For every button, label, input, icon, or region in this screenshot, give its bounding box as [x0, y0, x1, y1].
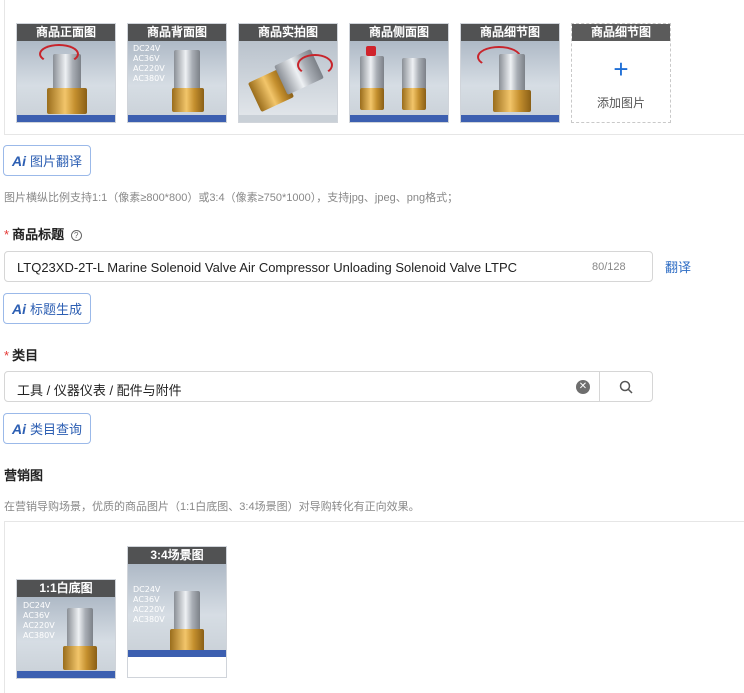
title-generate-button[interactable]: Ai 标题生成 — [3, 293, 92, 324]
product-image-front[interactable]: 商品正面图 — [16, 23, 116, 123]
thumb-caption: 1:1白底图 — [17, 580, 115, 597]
ai-icon: Ai — [12, 420, 26, 437]
title-input[interactable]: LTQ23XD-2T-L Marine Solenoid Valve Air C… — [4, 251, 653, 282]
spec-text: DC24V AC36V AC220V AC380V — [133, 44, 165, 84]
image-brand-strip — [350, 115, 448, 122]
ai-icon: Ai — [12, 300, 26, 317]
product-image-side[interactable]: 商品侧面图 — [349, 23, 449, 123]
valve-body — [360, 88, 384, 110]
valve-body — [493, 90, 531, 112]
thumb-caption: 商品正面图 — [17, 24, 115, 41]
label-text: 类目 — [12, 348, 39, 363]
thumb-caption: 3:4场景图 — [128, 547, 226, 564]
spec-text: DC24V AC36V AC220V AC380V — [23, 601, 55, 641]
marketing-image-portrait[interactable]: DC24V AC36V AC220V AC380V 3:4场景图 — [127, 546, 227, 678]
valve-wire — [39, 44, 79, 64]
thumb-caption: 商品侧面图 — [350, 24, 448, 41]
valve-body — [63, 646, 97, 670]
valve-coil — [499, 54, 525, 92]
spec-line: DC24V — [133, 585, 161, 594]
image-brand-strip — [461, 115, 559, 122]
product-image-detail[interactable]: 商品细节图 — [460, 23, 560, 123]
required-mark: * — [4, 227, 10, 242]
spec-line: AC36V — [133, 54, 160, 63]
add-image-label: 添加图片 — [596, 96, 645, 110]
category-input[interactable]: 工具 / 仪器仪表 / 配件与附件 ✕ — [4, 371, 601, 402]
image-brand-strip — [17, 671, 115, 678]
category-search-button[interactable] — [599, 371, 653, 402]
valve-coil — [174, 591, 200, 631]
button-label: 类目查询 — [30, 422, 83, 437]
image-brand-strip — [239, 115, 337, 122]
add-image-slot[interactable]: 商品细节图 + 添加图片 — [571, 23, 671, 123]
title-input-value: LTQ23XD-2T-L Marine Solenoid Valve Air C… — [17, 260, 518, 275]
valve-body — [402, 88, 426, 110]
image-brand-strip — [17, 115, 115, 122]
spec-line: AC380V — [133, 74, 165, 83]
valve-coil — [67, 608, 93, 648]
valve-coil — [402, 58, 426, 90]
spec-line: AC36V — [23, 611, 50, 620]
category-input-value: 工具 / 仪器仪表 / 配件与附件 — [17, 383, 182, 398]
title-field-label: * 商品标题 ? — [4, 224, 82, 243]
marketing-label: 营销图 — [4, 468, 44, 483]
spec-line: AC380V — [133, 615, 165, 624]
spec-line: AC380V — [23, 631, 55, 640]
title-char-counter: 80/128 — [592, 261, 626, 273]
product-image-back[interactable]: DC24V AC36V AC220V AC380V 商品背面图 — [127, 23, 227, 123]
spec-line: AC220V — [133, 605, 165, 614]
valve-red-button — [366, 46, 376, 56]
ai-icon: Ai — [12, 152, 26, 169]
valve-coil — [360, 56, 384, 90]
valve-body — [47, 88, 87, 114]
category-field-label: * 类目 — [4, 345, 38, 364]
spec-line: AC220V — [23, 621, 55, 630]
thumb-caption: 商品细节图 — [461, 24, 559, 41]
search-icon — [619, 380, 633, 394]
thumb-caption: 商品背面图 — [128, 24, 226, 41]
button-label: 标题生成 — [30, 302, 83, 317]
translate-link[interactable]: 翻译 — [665, 257, 691, 276]
valve-coil — [174, 50, 200, 90]
category-query-button[interactable]: Ai 类目查询 — [3, 413, 92, 444]
marketing-hint: 在营销导购场景，优质的商品图片（1:1白底图、3:4场景图）对导购转化有正向效果… — [4, 501, 420, 513]
image-brand-strip — [128, 115, 226, 122]
thumb-caption: 商品细节图 — [572, 24, 670, 41]
spec-text: DC24V AC36V AC220V AC380V — [133, 585, 165, 625]
valve-wire — [297, 54, 333, 76]
thumb-caption: 商品实拍图 — [239, 24, 337, 41]
image-format-hint: 图片横纵比例支持1:1（像素≥800*800）或3:4（像素≥750*1000）… — [4, 192, 459, 204]
label-text: 商品标题 — [12, 227, 65, 242]
spec-line: DC24V — [23, 601, 51, 610]
image-translate-button[interactable]: Ai 图片翻译 — [3, 145, 92, 176]
button-label: 图片翻译 — [30, 154, 83, 169]
question-circle-icon[interactable]: ? — [70, 230, 82, 241]
marketing-image-square[interactable]: DC24V AC36V AC220V AC380V 1:1白底图 — [16, 579, 116, 679]
valve-body — [172, 88, 204, 112]
plus-icon: + — [613, 54, 629, 84]
image-footer — [128, 657, 226, 677]
spec-line: AC36V — [133, 595, 160, 604]
spec-line: AC220V — [133, 64, 165, 73]
clear-circle-icon[interactable]: ✕ — [576, 380, 590, 394]
spec-line: DC24V — [133, 44, 161, 53]
required-mark: * — [4, 348, 10, 363]
image-brand-strip — [128, 650, 226, 657]
product-image-real[interactable]: 商品实拍图 — [238, 23, 338, 123]
